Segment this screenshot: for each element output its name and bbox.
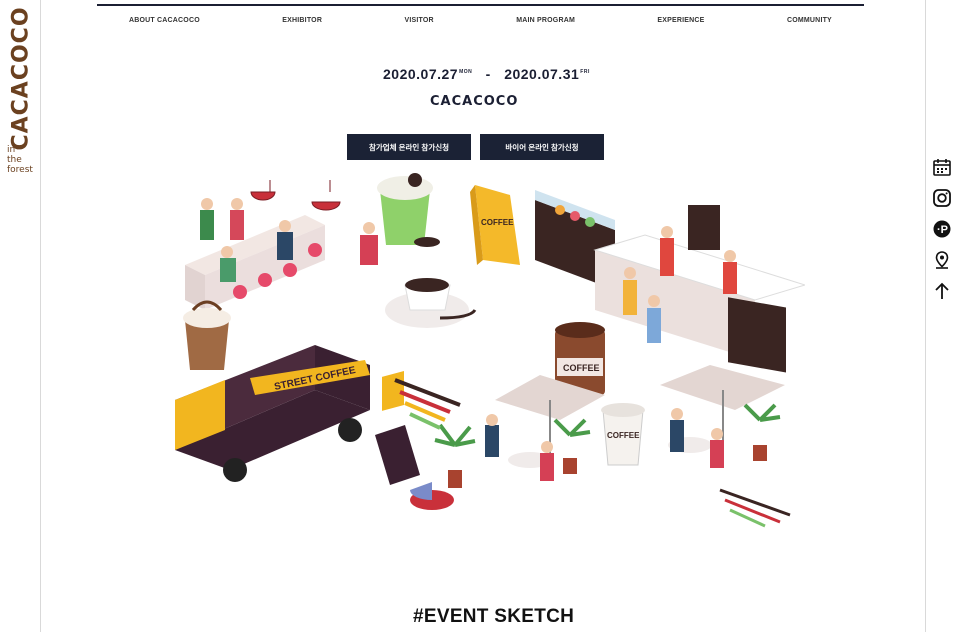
nav-exhibitor[interactable]: EXHIBITOR [282,17,322,24]
naver-post-icon[interactable]: ·P [932,219,952,239]
instagram-icon[interactable] [932,188,952,208]
date-end: 2020.07.31 [504,66,580,82]
cafe-counter-group [185,180,378,310]
svg-text:·P: ·P [937,224,948,236]
coffee-bag-label: COFFEE [481,218,514,227]
right-tool-bar: ·P [925,0,958,632]
date-end-day: FRI [580,69,590,75]
date-start-day: MON [459,69,473,75]
nav-visitor[interactable]: VISITOR [405,17,434,24]
location-icon[interactable] [932,250,952,270]
nav-about[interactable]: ABOUT CACACOCO [129,17,200,24]
coffee-cup-group [385,278,477,328]
date-start: 2020.07.27 [383,66,459,82]
brand-tagline: in the forest [7,145,33,175]
exhibitor-apply-button[interactable]: 참가업체 온라인 참가신청 [347,134,471,160]
iced-coffee-group [183,300,231,370]
nav-main-program[interactable]: MAIN PROGRAM [516,17,575,24]
can-label: COFFEE [563,363,600,373]
hero-logo: CACACOCO [430,94,519,109]
vertical-logo[interactable]: CACACOCO [5,6,34,150]
paper-cup-group: COFFEE [601,403,645,466]
coffee-bag-group: COFFEE [470,185,520,265]
milkshake-group [377,173,440,247]
left-brand-bar: CACACOCO in the forest [0,0,41,632]
buyer-apply-button[interactable]: 바이어 온라인 참가신청 [480,134,604,160]
event-dates: 2020.07.27MON - 2020.07.31FRI [383,66,589,82]
cup-label: COFFEE [607,431,640,440]
nav-community[interactable]: COMMUNITY [787,17,832,24]
calendar-icon[interactable] [932,157,952,177]
nav-experience[interactable]: EXPERIENCE [657,17,704,24]
event-sketch-heading: #EVENT SKETCH [413,606,575,627]
event-illustration: COFFEE STREET COFFEE COFFEE COFFEE [175,173,805,528]
date-dash: - [485,66,491,82]
scroll-top-icon[interactable] [932,281,952,301]
main-nav: ABOUT CACACOCO EXHIBITOR VISITOR MAIN PR… [97,4,864,34]
